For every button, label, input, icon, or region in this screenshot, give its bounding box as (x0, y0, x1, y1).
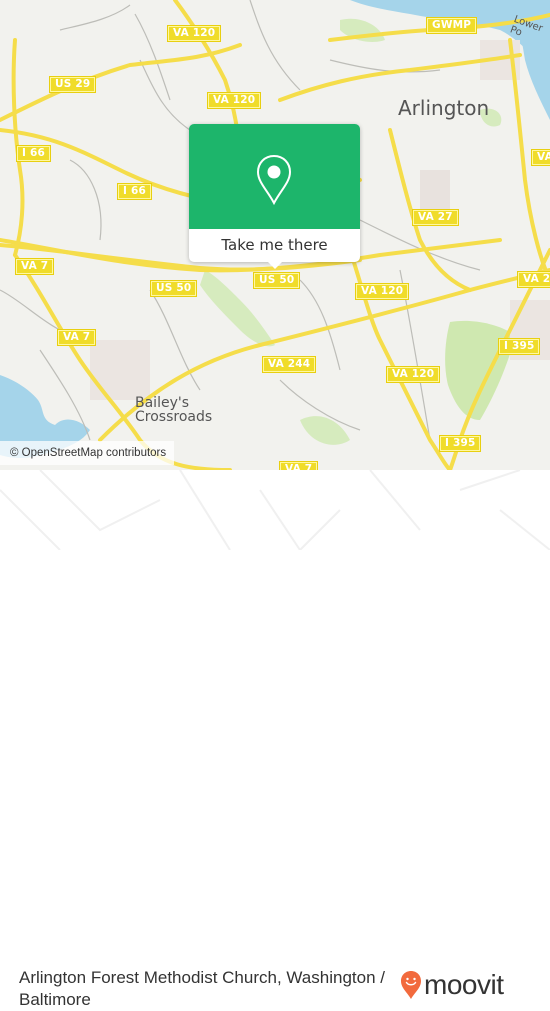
footer-pattern (0, 470, 550, 550)
park-large (445, 320, 515, 420)
road-shield: US 29 (48, 76, 97, 93)
popup-tail (267, 261, 283, 269)
road-shield: VA 7 (14, 258, 55, 275)
road-us29 (0, 43, 242, 122)
road-shield: I 395 (497, 338, 541, 355)
moovit-logo[interactable]: moovit (400, 969, 504, 1000)
road-shield: I 66 (117, 183, 152, 200)
place-label-baileys-crossroads: Bailey's Crossroads (135, 396, 212, 424)
place-label-arlington: Arlington (398, 96, 490, 120)
road-shield: I 395 (438, 435, 482, 452)
footer: Arlington Forest Methodist Church, Washi… (0, 470, 550, 1009)
road-shield: VA 120 (166, 25, 222, 42)
map[interactable]: VA 120 US 29 VA 120 GWMP I 66 I 66 VA 27… (0, 0, 550, 470)
road-shield: VA 7 (56, 329, 97, 346)
road-shield: GWMP (425, 17, 478, 34)
moovit-smiley-pin-icon (401, 971, 421, 999)
road-shield: VA 244 (261, 356, 317, 373)
place-label-line: Crossroads (135, 409, 213, 425)
road-shield: VA 244 (516, 271, 550, 288)
road-shield: US 50 (252, 272, 301, 289)
road-shield: VA 120 (354, 283, 410, 300)
park-south (300, 416, 350, 445)
road-shield: VA 120 (206, 92, 262, 109)
road-va120-s (348, 248, 452, 470)
road-shield: VA 120 (530, 149, 550, 166)
location-popup: Take me there (189, 124, 360, 269)
road-shield: VA 7 (278, 461, 319, 470)
road-shield: VA 27 (412, 209, 459, 226)
popup-header (189, 124, 360, 229)
road-shield: VA 120 (385, 366, 441, 383)
map-pin-icon (256, 154, 292, 206)
take-me-there-button[interactable]: Take me there (189, 229, 360, 262)
place-title: Arlington Forest Methodist Church, Washi… (19, 968, 385, 1009)
map-attribution[interactable]: © OpenStreetMap contributors (0, 441, 175, 465)
road-shield: I 66 (16, 145, 51, 162)
place-label-line: Bailey's (135, 395, 190, 411)
moovit-wordmark: moovit (424, 969, 504, 1000)
road-shield: US 50 (149, 280, 198, 297)
